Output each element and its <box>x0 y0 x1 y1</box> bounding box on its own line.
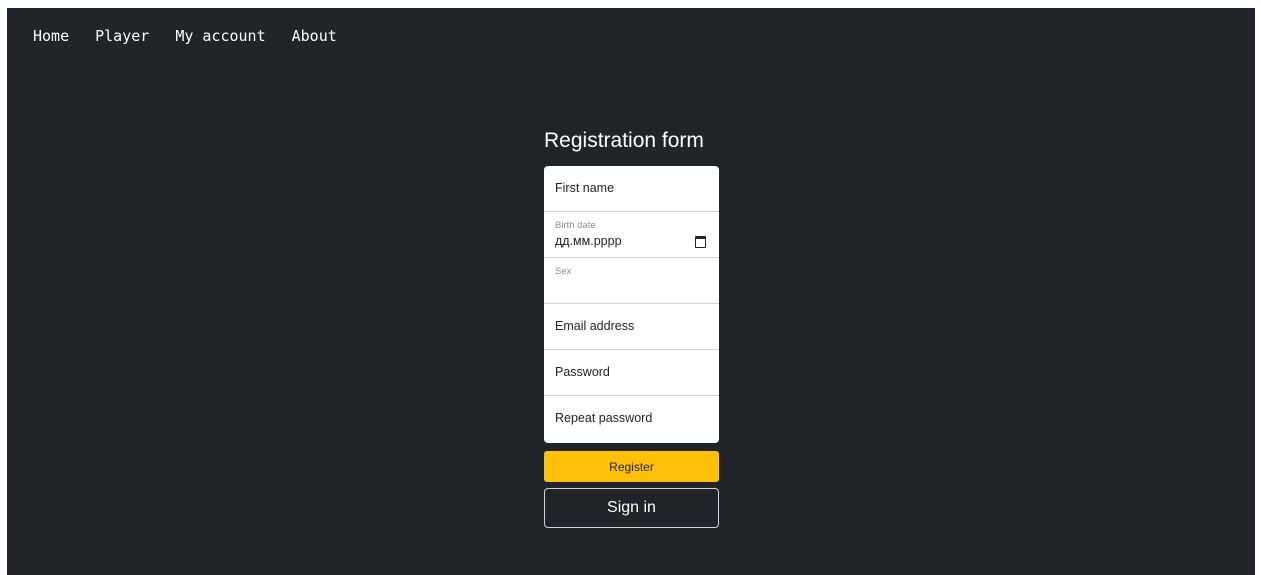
repeat-password-field[interactable]: Repeat password <box>544 396 719 443</box>
birth-date-value: дд.мм.рррр <box>555 234 622 248</box>
sex-field[interactable]: Sex <box>544 258 719 304</box>
email-field[interactable]: Email address <box>544 304 719 350</box>
birth-date-label: Birth date <box>555 220 596 231</box>
birth-date-field[interactable]: Birth date дд.мм.рррр <box>544 212 719 258</box>
nav-my-account-link[interactable]: My account <box>175 27 265 45</box>
password-placeholder: Password <box>555 365 610 379</box>
registration-form: Registration form First name Birth date … <box>544 128 719 528</box>
sex-label: Sex <box>555 266 572 277</box>
top-nav: Home Player My account About <box>33 27 337 45</box>
form-title: Registration form <box>544 129 704 152</box>
calendar-icon[interactable] <box>695 236 706 248</box>
password-field[interactable]: Password <box>544 350 719 396</box>
email-placeholder: Email address <box>555 319 635 333</box>
repeat-password-placeholder: Repeat password <box>555 411 653 425</box>
first-name-field[interactable]: First name <box>544 166 719 212</box>
form-fields: First name Birth date дд.мм.рррр Sex Ema… <box>544 166 719 443</box>
app-container: Home Player My account About Registratio… <box>7 8 1255 575</box>
register-button[interactable]: Register <box>544 451 719 482</box>
first-name-placeholder: First name <box>555 181 615 195</box>
nav-home-link[interactable]: Home <box>33 27 69 45</box>
sign-in-button[interactable]: Sign in <box>544 488 719 528</box>
nav-about-link[interactable]: About <box>292 27 337 45</box>
nav-player-link[interactable]: Player <box>95 27 149 45</box>
